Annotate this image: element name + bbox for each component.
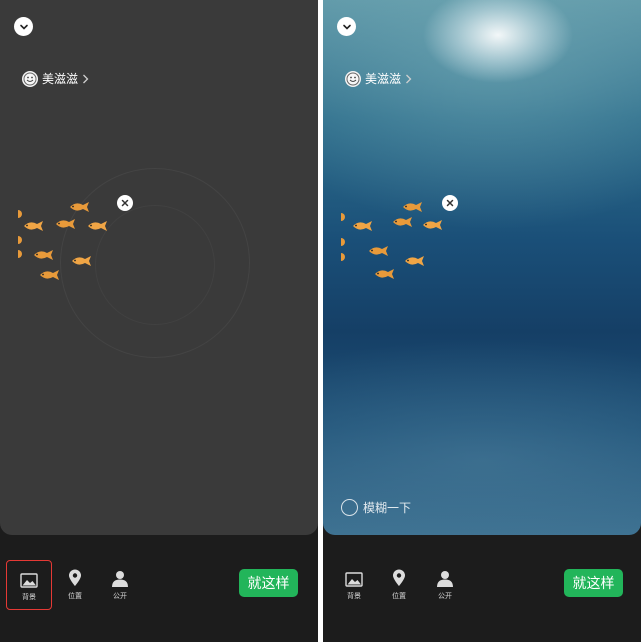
person-icon xyxy=(111,567,129,587)
underwater-background: 美滋滋 模糊一下 xyxy=(323,0,641,535)
goldfish-sticker[interactable] xyxy=(341,197,451,287)
fish xyxy=(70,202,89,212)
blur-label: 模糊一下 xyxy=(363,500,412,515)
fish xyxy=(393,217,412,227)
fish xyxy=(375,269,394,279)
user-name: 美滋滋 xyxy=(42,72,79,86)
remove-sticker-button[interactable] xyxy=(442,195,458,211)
fish xyxy=(353,221,372,231)
chevron-down-icon xyxy=(342,24,351,30)
location-tool-label: 位置 xyxy=(392,593,406,600)
blur-toggle[interactable]: 模糊一下 xyxy=(341,498,411,516)
visibility-tool-button[interactable]: 公开 xyxy=(427,567,463,603)
fish xyxy=(24,221,43,231)
goldfish-sticker[interactable] xyxy=(18,198,128,288)
collapse-button[interactable] xyxy=(337,17,356,36)
right-phone-screen: 美滋滋 模糊一下 背景 位置 公开 就这样 xyxy=(323,0,641,642)
close-icon xyxy=(121,199,129,207)
fish-partial xyxy=(18,236,22,244)
fish xyxy=(88,221,107,231)
fish-partial xyxy=(341,253,345,261)
blur-radio[interactable] xyxy=(341,498,358,516)
fish-partial xyxy=(18,250,22,258)
location-pin-icon xyxy=(67,567,83,587)
smiley-avatar-icon xyxy=(345,71,361,87)
user-profile-link[interactable]: 美滋滋 xyxy=(22,70,89,88)
image-icon xyxy=(345,567,363,587)
chevron-right-icon xyxy=(82,74,89,84)
fish xyxy=(34,250,53,260)
location-tool-button[interactable]: 位置 xyxy=(381,567,417,603)
smiley-avatar-icon xyxy=(22,71,38,87)
fish xyxy=(403,202,422,212)
visibility-tool-label: 公开 xyxy=(113,593,127,600)
user-name: 美滋滋 xyxy=(365,72,402,86)
left-phone-screen: 美滋滋 背景 位置 公开 就这样 xyxy=(0,0,318,642)
background-tool-label: 背景 xyxy=(347,593,361,600)
confirm-button[interactable]: 就这样 xyxy=(239,569,298,597)
image-icon xyxy=(20,568,38,588)
fish xyxy=(423,220,442,230)
fish-partial xyxy=(341,213,345,221)
fish xyxy=(56,219,75,229)
status-canvas: 美滋滋 xyxy=(0,0,318,535)
visibility-tool-button[interactable]: 公开 xyxy=(102,567,138,603)
chevron-down-icon xyxy=(19,24,28,30)
user-profile-link[interactable]: 美滋滋 xyxy=(345,70,412,88)
close-icon xyxy=(446,199,454,207)
fish xyxy=(40,270,59,280)
background-tool-button[interactable]: 背景 xyxy=(6,560,52,610)
location-tool-button[interactable]: 位置 xyxy=(57,567,93,603)
background-tool-label: 背景 xyxy=(22,594,36,601)
fish-partial xyxy=(341,238,345,246)
fish-partial xyxy=(18,210,22,218)
location-pin-icon xyxy=(391,567,407,587)
fish xyxy=(369,246,388,256)
person-icon xyxy=(436,567,454,587)
confirm-button[interactable]: 就这样 xyxy=(564,569,623,597)
location-tool-label: 位置 xyxy=(68,593,82,600)
fish xyxy=(72,256,91,266)
chevron-right-icon xyxy=(405,74,412,84)
visibility-tool-label: 公开 xyxy=(438,593,452,600)
remove-sticker-button[interactable] xyxy=(117,195,133,211)
background-tool-button[interactable]: 背景 xyxy=(336,567,372,603)
collapse-button[interactable] xyxy=(14,17,33,36)
fish xyxy=(405,256,424,266)
